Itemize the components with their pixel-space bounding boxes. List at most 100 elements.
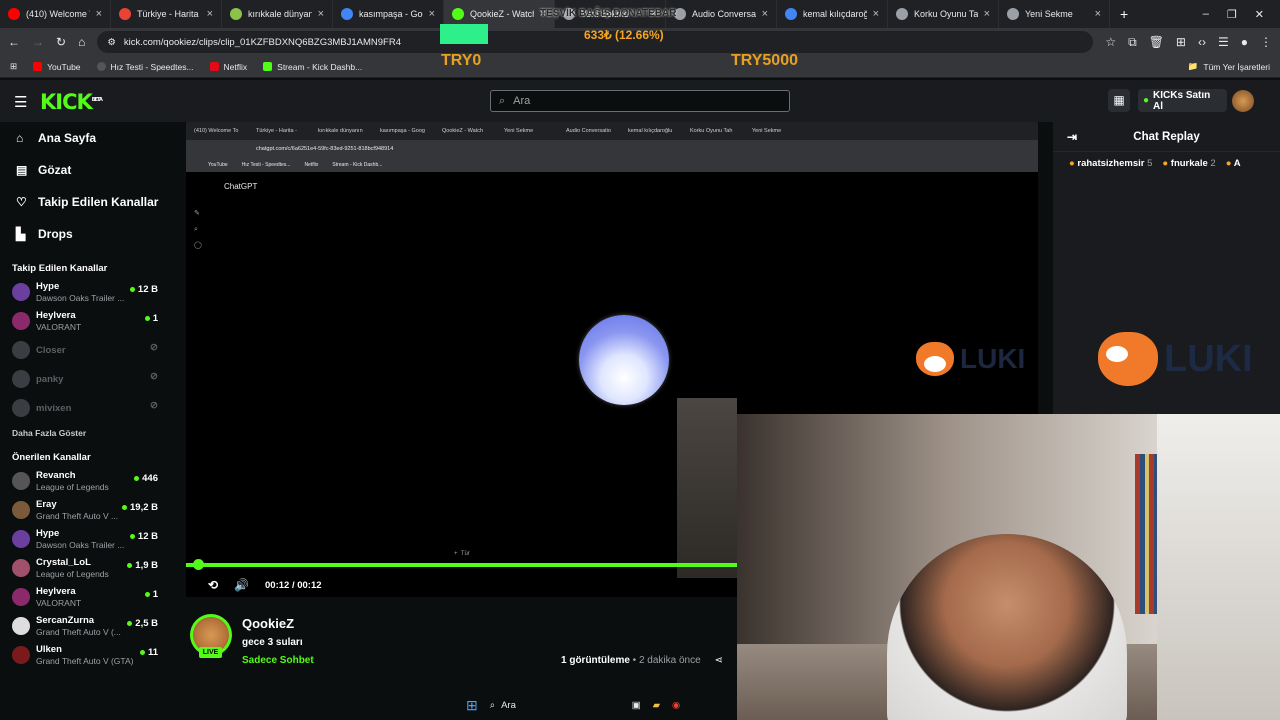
channel-item[interactable]: Eray Grand Theft Auto V ... 19,2 B <box>0 496 172 525</box>
top-gifters: ● rahatsizhemsir 5 ● fnurkale 2 ● A <box>1053 152 1280 175</box>
browser-tab[interactable]: Yeni Sekme × <box>999 0 1110 28</box>
beta-badge: BETA <box>91 97 103 103</box>
channel-item[interactable]: SercanZurna Grand Theft Auto V (... 2,5 B <box>0 612 172 641</box>
chat-panel: ⇥ Chat Replay ● rahatsizhemsir 5 ● fnurkal… <box>1053 122 1280 414</box>
site-info-icon[interactable]: ⚙ <box>107 37 116 48</box>
donate-bar-title: TEŞVİK BAĞIŞ DONATEBAR <box>540 8 677 19</box>
channel-item[interactable]: Hype Dawson Oaks Trailer ... 12 B <box>0 278 172 307</box>
video-time: 00:12 / 00:12 <box>265 579 322 591</box>
browser-tab[interactable]: kasımpaşa - Goog× <box>333 0 444 28</box>
window-controls[interactable]: – ❐ ✕ <box>1203 8 1280 21</box>
viewer-count: 2,5 B <box>127 618 158 629</box>
close-icon[interactable]: × <box>1095 8 1101 20</box>
extensions-icon[interactable]: ⧉ <box>1128 35 1137 50</box>
channel-avatar <box>12 472 30 490</box>
progress-knob[interactable] <box>193 559 204 570</box>
channel-avatar <box>12 530 30 548</box>
clip-icon[interactable]: ▦ <box>1108 89 1130 112</box>
browser-tab[interactable]: kemal kılıçdaroğlu× <box>777 0 888 28</box>
tab-favicon-icon <box>452 8 464 20</box>
inner-tab: Audio Conversatio <box>566 128 611 134</box>
collapse-chat-icon[interactable]: ⇥ <box>1067 130 1077 144</box>
nav-item[interactable]: ▤ Gözat <box>0 154 172 186</box>
browser-tab[interactable]: kırıkkale dünyanın× <box>222 0 333 28</box>
volume-icon[interactable]: 🔊 <box>234 578 249 592</box>
bookmark-star-icon[interactable]: ☆ <box>1105 35 1116 49</box>
profile-icon[interactable]: ● <box>1241 35 1248 49</box>
gifter-item[interactable]: ● rahatsizhemsir 5 <box>1069 158 1152 169</box>
followed-section-title: Takip Edilen Kanallar <box>12 262 108 274</box>
channel-item[interactable]: Closer ⊘ <box>0 336 172 365</box>
inner-app-title: ChatGPT <box>224 182 258 191</box>
url-text: kick.com/qookiez/clips/clip_01KZFBDXNQ6B… <box>123 36 402 48</box>
channel-item[interactable]: Revanch League of Legends 446 <box>0 467 172 496</box>
tab-favicon-icon <box>230 8 242 20</box>
user-avatar[interactable] <box>1232 90 1254 112</box>
inner-tab: kasımpaşa - Goog <box>380 128 425 134</box>
devtools-icon[interactable]: ‹› <box>1198 35 1206 49</box>
close-icon[interactable]: × <box>762 8 768 20</box>
browser-tab[interactable]: Korku Oyunu Tah × <box>888 0 999 28</box>
video-progress-bar[interactable] <box>186 559 738 570</box>
channel-item[interactable]: panky ⊘ <box>0 365 172 394</box>
channel-item[interactable]: Crystal_LoL League of Legends 1,9 B <box>0 554 172 583</box>
inner-tab: Türkiye - Harita - <box>256 128 297 134</box>
reload-icon[interactable]: ↻ <box>56 35 66 49</box>
close-icon[interactable]: × <box>984 8 990 20</box>
bookmark-netflix[interactable]: Netflix <box>209 62 247 72</box>
chrome-icon[interactable]: ◉ <box>672 700 680 711</box>
nav-item[interactable]: ♡ Takip Edilen Kanallar <box>0 186 172 218</box>
channel-item[interactable]: Hype Dawson Oaks Trailer ... 12 B <box>0 525 172 554</box>
forward-icon[interactable]: → <box>32 35 44 49</box>
chat-header: ⇥ Chat Replay <box>1053 122 1280 152</box>
close-icon[interactable]: × <box>429 8 435 20</box>
grid-icon[interactable]: ⊞ <box>1176 35 1186 49</box>
show-more-link[interactable]: Daha Fazla Göster <box>0 423 172 443</box>
menu-icon[interactable]: ☰ <box>1218 35 1229 49</box>
home-icon[interactable]: ⌂ <box>78 35 85 49</box>
stream-category[interactable]: Sadece Sohbet <box>242 655 314 666</box>
bookmark-youtube[interactable]: YouTube <box>33 62 81 72</box>
browser-tab[interactable]: Türkiye - Harita - × <box>111 0 222 28</box>
search-input[interactable]: ⌕ Ara <box>490 90 790 112</box>
bookmark-speedtest[interactable]: Hız Testi - Speedtes... <box>96 62 194 72</box>
nav-item[interactable]: ▙ Drops <box>0 218 172 250</box>
close-icon[interactable]: × <box>207 8 213 20</box>
offline-icon: ⊘ <box>150 371 158 382</box>
channel-item[interactable]: Ulken Grand Theft Auto V (GTA) 11 <box>0 641 172 670</box>
new-tab-icon[interactable]: + <box>1110 6 1138 22</box>
all-bookmarks[interactable]: 📁 Tüm Yer İşaretleri <box>1188 61 1270 72</box>
channel-name[interactable]: QookieZ <box>242 616 294 631</box>
file-explorer-icon[interactable]: ▰ <box>653 700 660 711</box>
close-icon[interactable]: × <box>318 8 324 20</box>
replay-icon[interactable]: ⟲ <box>208 578 218 592</box>
channel-item[interactable]: mivixen ⊘ <box>0 394 172 423</box>
chat-title: Chat Replay <box>1133 130 1200 143</box>
hamburger-icon[interactable]: ☰ <box>14 93 27 111</box>
channel-item[interactable]: Heylvera VALORANT 1 <box>0 307 172 336</box>
browser-tab[interactable]: (410) Welcome To× <box>0 0 111 28</box>
close-icon[interactable]: × <box>873 8 879 20</box>
trash-icon[interactable]: 🗑 <box>1149 35 1164 49</box>
back-icon[interactable]: ← <box>8 35 20 49</box>
gifter-item[interactable]: ● A <box>1226 158 1241 169</box>
voice-orb <box>579 315 669 405</box>
nav-item[interactable]: ⌂ Ana Sayfa <box>0 122 172 154</box>
share-icon[interactable]: ⋖ <box>715 655 723 666</box>
gifter-item[interactable]: ● fnurkale 2 <box>1162 158 1215 169</box>
channel-avatar <box>12 501 30 519</box>
browser-tab[interactable]: Audio Conversatio× <box>666 0 777 28</box>
channel-item[interactable]: Heylvera VALORANT 1 <box>0 583 172 612</box>
taskbar-search[interactable]: ⌕ Ara <box>490 700 620 711</box>
buy-kicks-button[interactable]: ● KICKs Satın Al <box>1138 89 1227 112</box>
more-icon[interactable]: ⋮ <box>1260 35 1272 49</box>
close-icon[interactable]: × <box>96 8 102 20</box>
bookmark-kick[interactable]: Stream - Kick Dashb... <box>263 62 362 72</box>
inner-tab: kemal kılıçdaroğlu <box>628 128 673 134</box>
kick-logo[interactable]: KICKBETA <box>40 90 103 114</box>
task-view-icon[interactable]: ▣ <box>632 700 641 711</box>
windows-start-icon[interactable]: ⊞ <box>466 697 478 714</box>
apps-icon[interactable]: ⊞ <box>10 61 17 72</box>
viewer-count: 19,2 B <box>122 502 158 513</box>
luki-logo: LUKI <box>916 342 1025 376</box>
